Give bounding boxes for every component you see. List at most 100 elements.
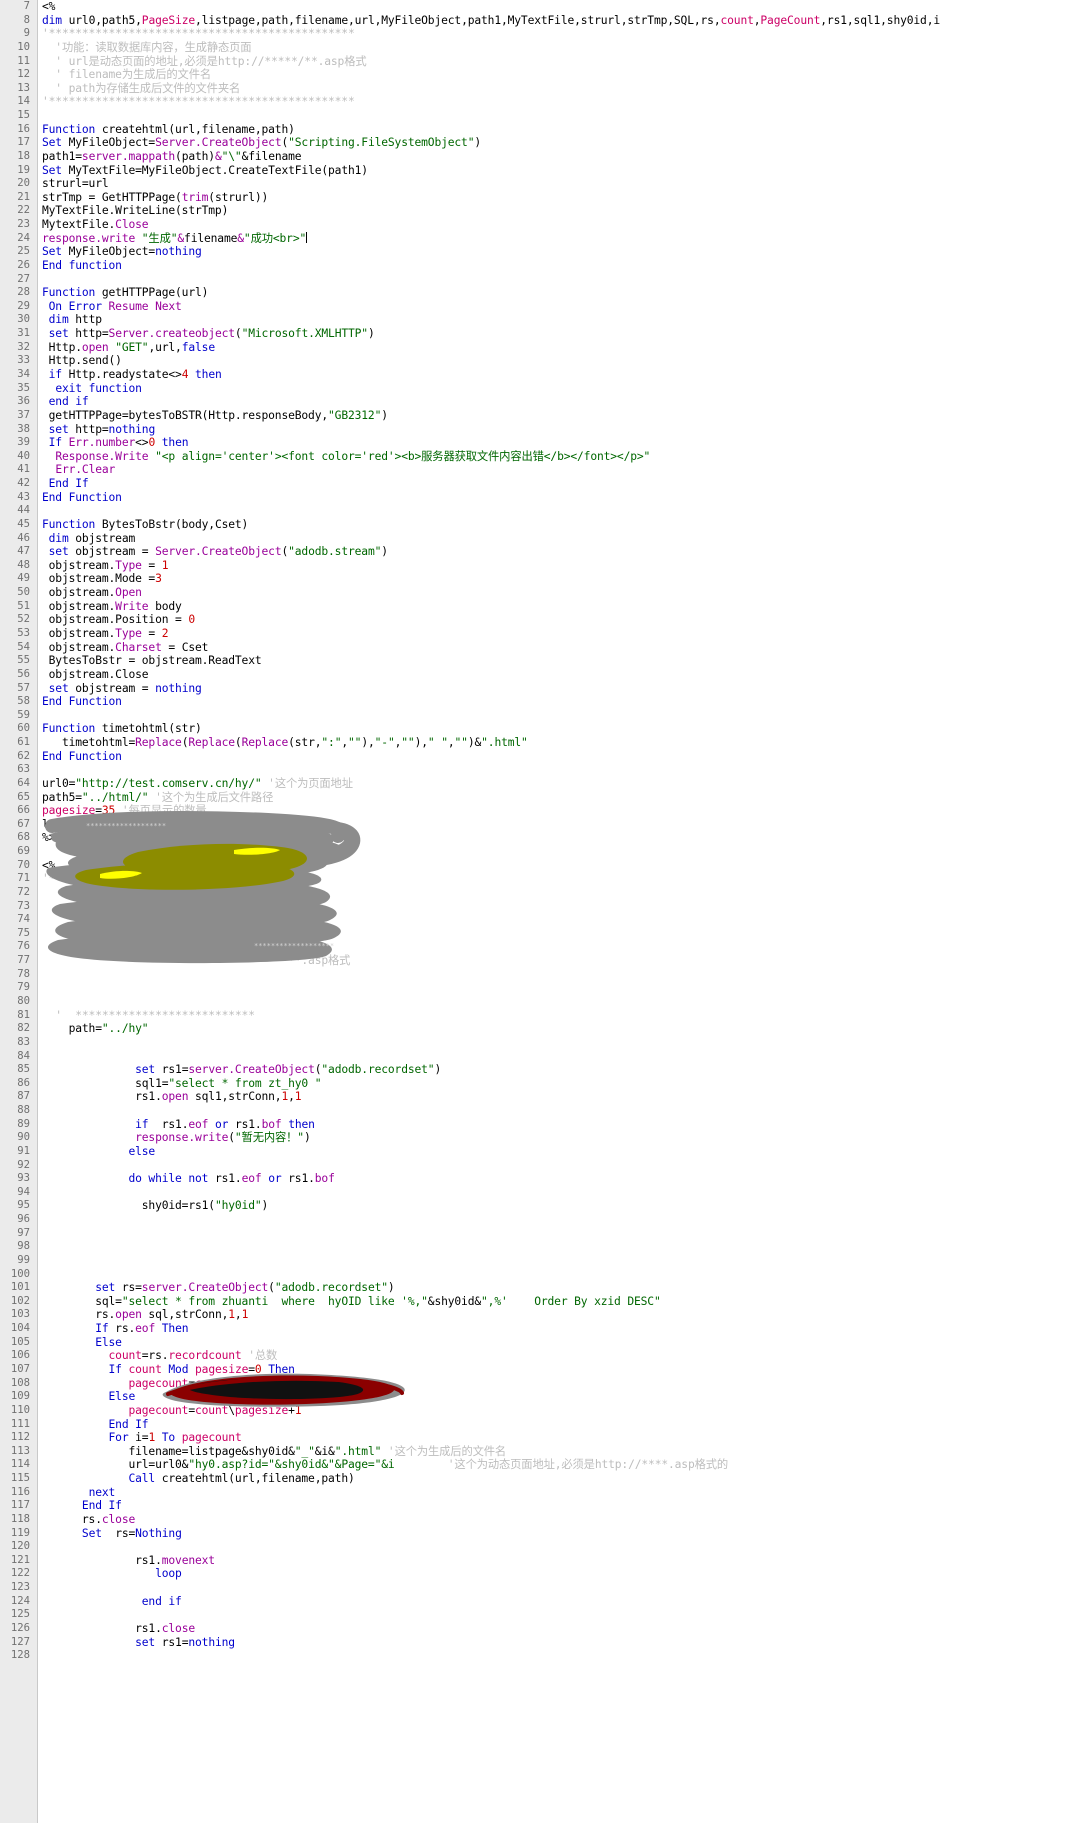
code-line[interactable]: 36 end if [0,395,1071,409]
code-line[interactable]: 51 objstream.Write body [0,600,1071,614]
code-line[interactable]: 124 end if [0,1595,1071,1609]
code-line[interactable]: 109 Else [0,1390,1071,1404]
code-line[interactable]: 10 '功能：读取数据库内容，生成静态页面 [0,41,1071,55]
code-line[interactable]: 31 set http=Server.createobject("Microso… [0,327,1071,341]
code-line[interactable]: 28 Function getHTTPPage(url) [0,286,1071,300]
code-line[interactable]: 116 next [0,1486,1071,1500]
code-line[interactable]: 81 ' *************************** [0,1009,1071,1023]
code-line[interactable]: 25 Set MyFileObject=nothing [0,245,1071,259]
code-line[interactable]: 32 Http.open "GET",url,false [0,341,1071,355]
code-line[interactable]: 53 objstream.Type = 2 [0,627,1071,641]
code-line[interactable]: 94 [0,1186,1071,1200]
code-line[interactable]: 8 dim url0,path5,PageSize,listpage,path,f… [0,14,1071,28]
code-line[interactable]: 114 url=url0&"hy0.asp?id="&shy0id&"&Page… [0,1458,1071,1472]
code-line[interactable]: 100 [0,1268,1071,1282]
code-line[interactable]: 19 Set MyTextFile=MyFileObject.CreateText… [0,164,1071,178]
code-line[interactable]: 107 If count Mod pagesize=0 Then [0,1363,1071,1377]
code-line[interactable]: 48 objstream.Type = 1 [0,559,1071,573]
code-line[interactable]: 52 objstream.Position = 0 [0,613,1071,627]
code-line[interactable]: 60 Function timetohtml(str) [0,722,1071,736]
code-line[interactable]: 68 %> [0,831,1071,845]
code-line[interactable]: 41 Err.Clear [0,463,1071,477]
code-line[interactable]: 110 pagecount=count\pagesize+1 [0,1404,1071,1418]
code-line[interactable]: 34 if Http.readystate<>4 then [0,368,1071,382]
code-line[interactable]: 106 count=rs.recordcount '总数 [0,1349,1071,1363]
code-line[interactable]: 120 [0,1540,1071,1554]
code-line[interactable]: 9 '**************************************… [0,27,1071,41]
code-line[interactable]: 73 [0,900,1071,914]
code-line[interactable]: 56 objstream.Close [0,668,1071,682]
code-line[interactable]: 12 ' filename为生成后的文件名 [0,68,1071,82]
code-line[interactable]: 15 [0,109,1071,123]
code-line[interactable]: 50 objstream.Open [0,586,1071,600]
code-line[interactable]: 67 listpage="hy0_" '新闻列表页名 [0,818,1071,832]
code-line[interactable]: 113 filename=listpage&shy0id&"_"&i&".htm… [0,1445,1071,1459]
code-line[interactable]: 61 timetohtml=Replace(Replace(Replace(st… [0,736,1071,750]
code-line[interactable]: 17 Set MyFileObject=Server.CreateObject("… [0,136,1071,150]
code-line[interactable]: 77 ***.asp格式 [0,954,1071,968]
code-line[interactable]: 91 else [0,1145,1071,1159]
code-line[interactable]: 90 response.write("暂无内容！") [0,1131,1071,1145]
code-line[interactable]: 121 rs1.movenext [0,1554,1071,1568]
code-line[interactable]: 80 [0,995,1071,1009]
code-line[interactable]: 7 <% [0,0,1071,14]
code-line[interactable]: 14 '*************************************… [0,95,1071,109]
code-line[interactable]: 72 [0,886,1071,900]
code-line[interactable]: 64 url0="http://test.comserv.cn/hy/" '这个为… [0,777,1071,791]
code-line[interactable]: 126 rs1.close [0,1622,1071,1636]
code-line[interactable]: 45 Function BytesToBstr(body,Cset) [0,518,1071,532]
code-line[interactable]: 63 [0,763,1071,777]
code-line[interactable]: 70 <% [0,859,1071,873]
code-line[interactable]: 108 pagecount=count\pagesize [0,1377,1071,1391]
code-line[interactable]: 128 [0,1649,1071,1663]
code-line[interactable]: 20 strurl=url [0,177,1071,191]
code-line[interactable]: 115 Call createhtml(url,filename,path) [0,1472,1071,1486]
code-line[interactable]: 111 End If [0,1418,1071,1432]
code-line[interactable]: 42 End If [0,477,1071,491]
code-line[interactable]: 123 [0,1581,1071,1595]
code-line[interactable]: 119 Set rs=Nothing [0,1527,1071,1541]
code-line[interactable]: 112 For i=1 To pagecount [0,1431,1071,1445]
code-line[interactable]: 69 [0,845,1071,859]
code-line[interactable]: 83 [0,1036,1071,1050]
code-line[interactable]: 102 sql="select * from zhuanti where hyO… [0,1295,1071,1309]
code-line[interactable]: 18 path1=server.mappath(path)&"\"&filenam… [0,150,1071,164]
code-line[interactable]: 76 [0,940,1071,954]
code-line[interactable]: 98 [0,1240,1071,1254]
code-line[interactable]: 86 sql1="select * from zt_hy0 " [0,1077,1071,1091]
code-line[interactable]: 62 End Function [0,750,1071,764]
code-line[interactable]: 104 If rs.eof Then [0,1322,1071,1336]
code-line[interactable]: 89 if rs1.eof or rs1.bof then [0,1118,1071,1132]
code-line[interactable]: 71 '********************* [0,872,1071,886]
code-line[interactable]: 21 strTmp = GetHTTPPage(trim(strurl)) [0,191,1071,205]
code-line[interactable]: 105 Else [0,1336,1071,1350]
code-line[interactable]: 13 ' path为存储生成后文件的文件夹名 [0,82,1071,96]
code-line[interactable]: 40 Response.Write "<p align='center'><fo… [0,450,1071,464]
code-line[interactable]: 54 objstream.Charset = Cset [0,641,1071,655]
code-line[interactable]: 125 [0,1608,1071,1622]
code-line[interactable]: 46 dim objstream [0,532,1071,546]
code-line[interactable]: 95 shy0id=rs1("hy0id") [0,1199,1071,1213]
code-line[interactable]: 29 On Error Resume Next [0,300,1071,314]
code-editor[interactable]: 7 <% 8 dim url0,path5,PageSize,listpage,pat… [0,0,1071,1823]
code-line[interactable]: 43 End Function [0,491,1071,505]
code-line[interactable]: 24 response.write "生成"&filename&"成功<br>" [0,231,1071,246]
code-line[interactable]: 88 [0,1104,1071,1118]
code-line[interactable]: 27 [0,273,1071,287]
code-line[interactable]: 59 [0,709,1071,723]
code-line[interactable]: 127 set rs1=nothing [0,1636,1071,1650]
code-line[interactable]: 96 [0,1213,1071,1227]
code-line[interactable]: 58 End Function [0,695,1071,709]
code-line[interactable]: 57 set objstream = nothing [0,682,1071,696]
code-line[interactable]: 35 exit function [0,382,1071,396]
code-line[interactable]: 118 rs.close [0,1513,1071,1527]
code-line[interactable]: 30 dim http [0,313,1071,327]
code-line[interactable]: 75 [0,927,1071,941]
code-line[interactable]: 26 End function [0,259,1071,273]
code-line[interactable]: 38 set http=nothing [0,423,1071,437]
code-line[interactable]: 37 getHTTPPage=bytesToBSTR(Http.response… [0,409,1071,423]
code-line[interactable]: 55 BytesToBstr = objstream.ReadText [0,654,1071,668]
code-line[interactable]: 99 [0,1254,1071,1268]
code-line[interactable]: 39 If Err.number<>0 then [0,436,1071,450]
code-line[interactable]: 79 [0,981,1071,995]
